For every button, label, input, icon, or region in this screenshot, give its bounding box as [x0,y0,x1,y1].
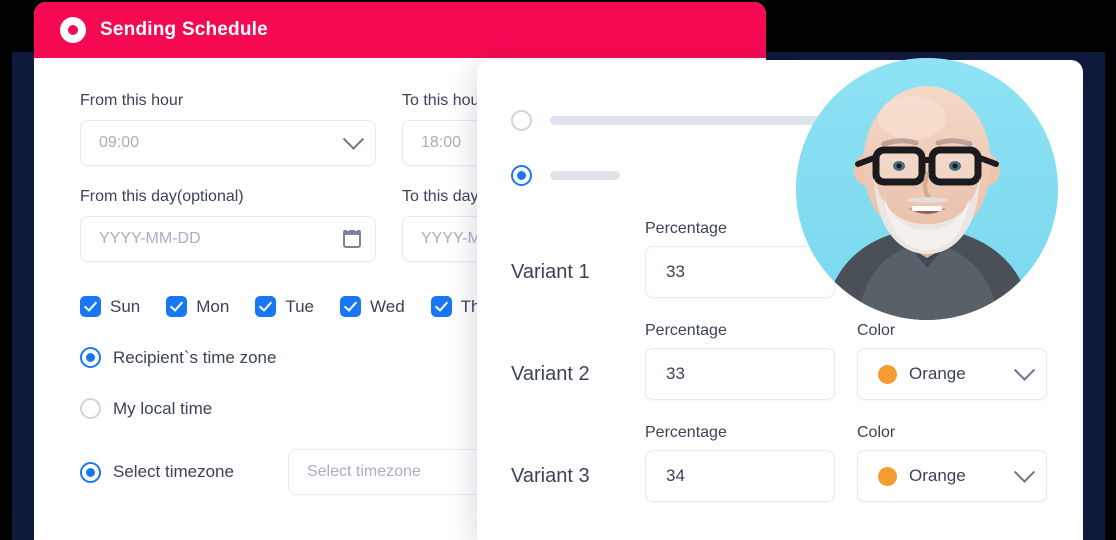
color-swatch-icon [878,364,897,384]
color-value: Orange [909,364,966,383]
color-label: Color [857,424,896,441]
from-day-field: From this day(optional) YYYY-MM-DD [80,188,376,262]
radio-icon[interactable] [511,165,532,186]
weekday-checkbox-sun[interactable]: Sun [80,296,140,317]
checkbox-icon[interactable] [340,296,361,317]
percentage-label: Percentage [645,322,727,339]
checkbox-icon[interactable] [255,296,277,317]
variant-percentage-field: Percentage 34 [645,424,835,502]
backdrop-edge-left [12,52,34,540]
weekday-label: Sun [110,296,141,316]
weekday-label: Mon [196,296,230,316]
timezone-option-label: My local time [113,398,213,418]
chevron-down-icon [342,128,365,150]
from-hour-label: From this hour [80,92,184,109]
calendar-icon[interactable] [343,226,361,248]
color-select[interactable]: Orange [857,450,1047,502]
placeholder-bar [550,116,850,125]
from-hour-field: From this hour 09:00 [80,92,376,166]
weekday-label: Tue [285,296,314,316]
variant-color-field: Color Orange [857,322,1047,400]
color-label: Color [857,322,896,339]
percentage-input[interactable]: 33 [645,348,835,400]
color-value: Orange [909,466,966,485]
variant-row-3: Variant 3 Percentage 34 Color Orange [511,424,1083,502]
radio-icon[interactable] [80,461,101,483]
user-avatar [796,58,1058,320]
from-day-label: From this day(optional) [80,188,244,205]
variant-name: Variant 2 [511,363,590,385]
weekday-checkbox-mon[interactable]: Mon [166,296,229,317]
percentage-label: Percentage [645,424,727,441]
radio-icon[interactable] [511,110,532,131]
from-day-input[interactable]: YYYY-MM-DD [80,216,376,262]
percentage-input[interactable]: 33 [645,246,835,298]
placeholder-bar [550,171,620,180]
radio-icon[interactable] [80,347,101,368]
checkbox-icon[interactable] [166,296,188,317]
ring-logo-icon [60,17,86,43]
radio-icon[interactable] [80,398,101,419]
variant-name: Variant 1 [511,261,590,283]
percentage-input[interactable]: 34 [645,450,835,502]
from-hour-value: 09:00 [99,134,140,151]
variant-name: Variant 3 [511,465,590,487]
weekday-checkbox-wed[interactable]: Wed [340,296,405,317]
variant-color-field: Color Orange [857,424,1047,502]
checkbox-icon[interactable] [430,296,452,317]
timezone-option-label: Recipient`s time zone [113,347,277,367]
checkbox-icon[interactable] [80,296,101,317]
chevron-down-icon [1013,461,1036,483]
weekday-checkbox-tue[interactable]: Tue [255,296,314,317]
chevron-down-icon [1013,359,1036,381]
backdrop-edge-right [1083,52,1105,540]
variant-percentage-field: Percentage 33 [645,322,835,400]
card-header: Sending Schedule [34,2,766,58]
weekday-label: Wed [370,296,405,316]
variant-row-2: Variant 2 Percentage 33 Color Orange [511,322,1083,400]
from-hour-select[interactable]: 09:00 [80,120,376,166]
color-select[interactable]: Orange [857,348,1047,400]
timezone-option-label: Select timezone [113,462,234,481]
page-title: Sending Schedule [100,19,268,40]
color-swatch-icon [878,466,897,486]
from-day-placeholder: YYYY-MM-DD [99,230,201,247]
